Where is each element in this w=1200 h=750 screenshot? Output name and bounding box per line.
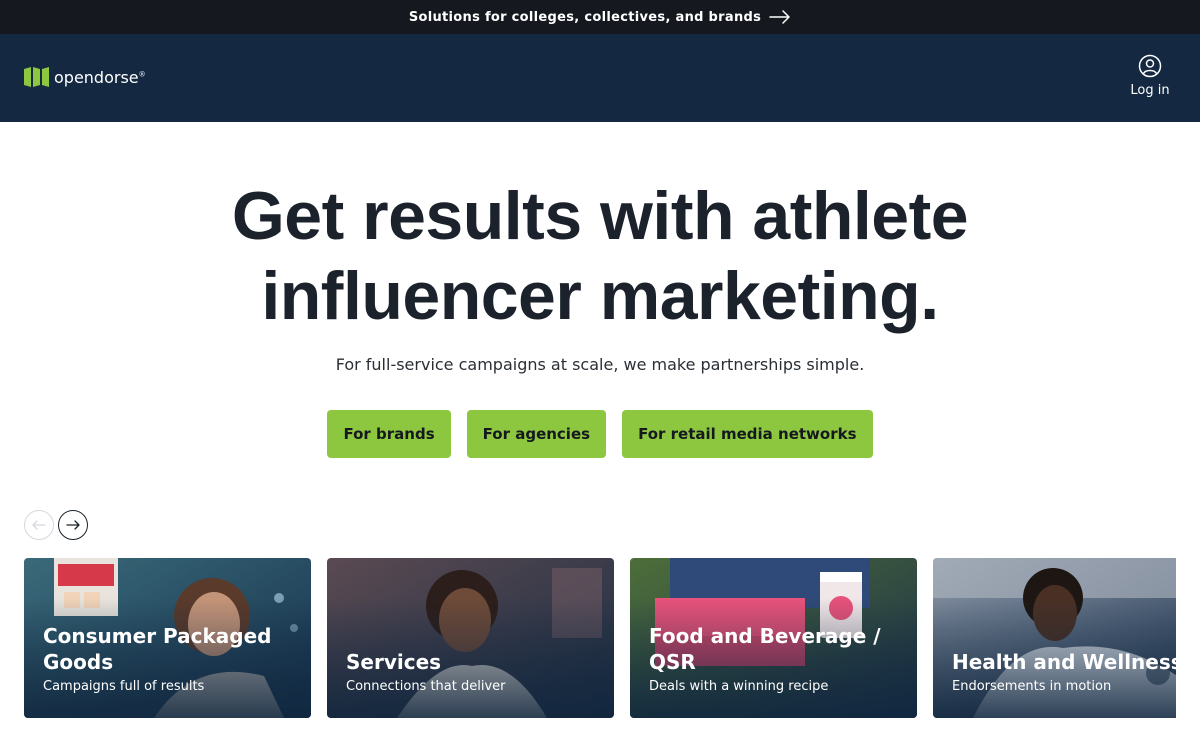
carousel-controls <box>24 510 88 540</box>
card-health-and-wellness[interactable]: Health and Wellness Endorsements in moti… <box>933 558 1176 718</box>
registered-mark: ® <box>138 70 146 79</box>
card-overlay <box>933 558 1176 718</box>
arrow-right-icon <box>769 10 791 24</box>
carousel-prev-button[interactable] <box>24 510 54 540</box>
card-text: Services Connections that deliver <box>346 649 602 694</box>
arrow-left-icon <box>32 520 46 530</box>
announcement-text: Solutions for colleges, collectives, and… <box>408 9 762 25</box>
logo-text: opendorse <box>54 67 139 87</box>
main-navigation: opendorse® Log in <box>0 34 1200 122</box>
card-overlay <box>327 558 614 718</box>
login-label: Log in <box>1130 83 1170 98</box>
card-subtitle: Endorsements in motion <box>952 679 1112 694</box>
card-title: Consumer Packaged Goods <box>43 624 272 674</box>
for-retail-media-networks-button[interactable]: For retail media networks <box>622 410 873 458</box>
card-subtitle: Campaigns full of results <box>43 679 205 694</box>
card-text: Food and Beverage / QSR Deals with a win… <box>649 623 905 694</box>
for-brands-button[interactable]: For brands <box>327 410 451 458</box>
card-services[interactable]: Services Connections that deliver <box>327 558 614 718</box>
arrow-right-icon <box>66 520 80 530</box>
card-food-and-beverage[interactable]: Food and Beverage / QSR Deals with a win… <box>630 558 917 718</box>
hero-subheadline: For full-service campaigns at scale, we … <box>335 355 865 374</box>
hero-headline-line-1: Get results with athlete <box>231 178 969 254</box>
login-button[interactable]: Log in <box>1130 54 1170 98</box>
card-text: Consumer Packaged Goods Campaigns full o… <box>43 623 299 694</box>
logo-mark-icon <box>24 67 49 87</box>
opendorse-logo[interactable]: opendorse® <box>24 66 146 88</box>
hero-headline-line-2: influencer marketing. <box>261 258 939 334</box>
card-title: Services <box>346 650 442 674</box>
carousel-next-button[interactable] <box>58 510 88 540</box>
user-circle-icon <box>1138 54 1162 78</box>
card-consumer-packaged-goods[interactable]: Consumer Packaged Goods Campaigns full o… <box>24 558 311 718</box>
card-subtitle: Connections that deliver <box>346 679 506 694</box>
hero-headline: Get results with athlete influencer mark… <box>0 176 1200 336</box>
card-title: Food and Beverage / QSR <box>649 624 881 674</box>
industry-carousel: Consumer Packaged Goods Campaigns full o… <box>24 558 1176 718</box>
hero-cta-group: For brands For agencies For retail media… <box>0 410 1200 458</box>
for-agencies-button[interactable]: For agencies <box>466 410 607 458</box>
logo-wordmark: opendorse® <box>54 68 146 87</box>
card-title: Health and Wellness <box>952 650 1176 674</box>
announcement-bar[interactable]: Solutions for colleges, collectives, and… <box>0 0 1200 34</box>
card-subtitle: Deals with a winning recipe <box>649 679 829 694</box>
card-text: Health and Wellness Endorsements in moti… <box>952 649 1176 694</box>
